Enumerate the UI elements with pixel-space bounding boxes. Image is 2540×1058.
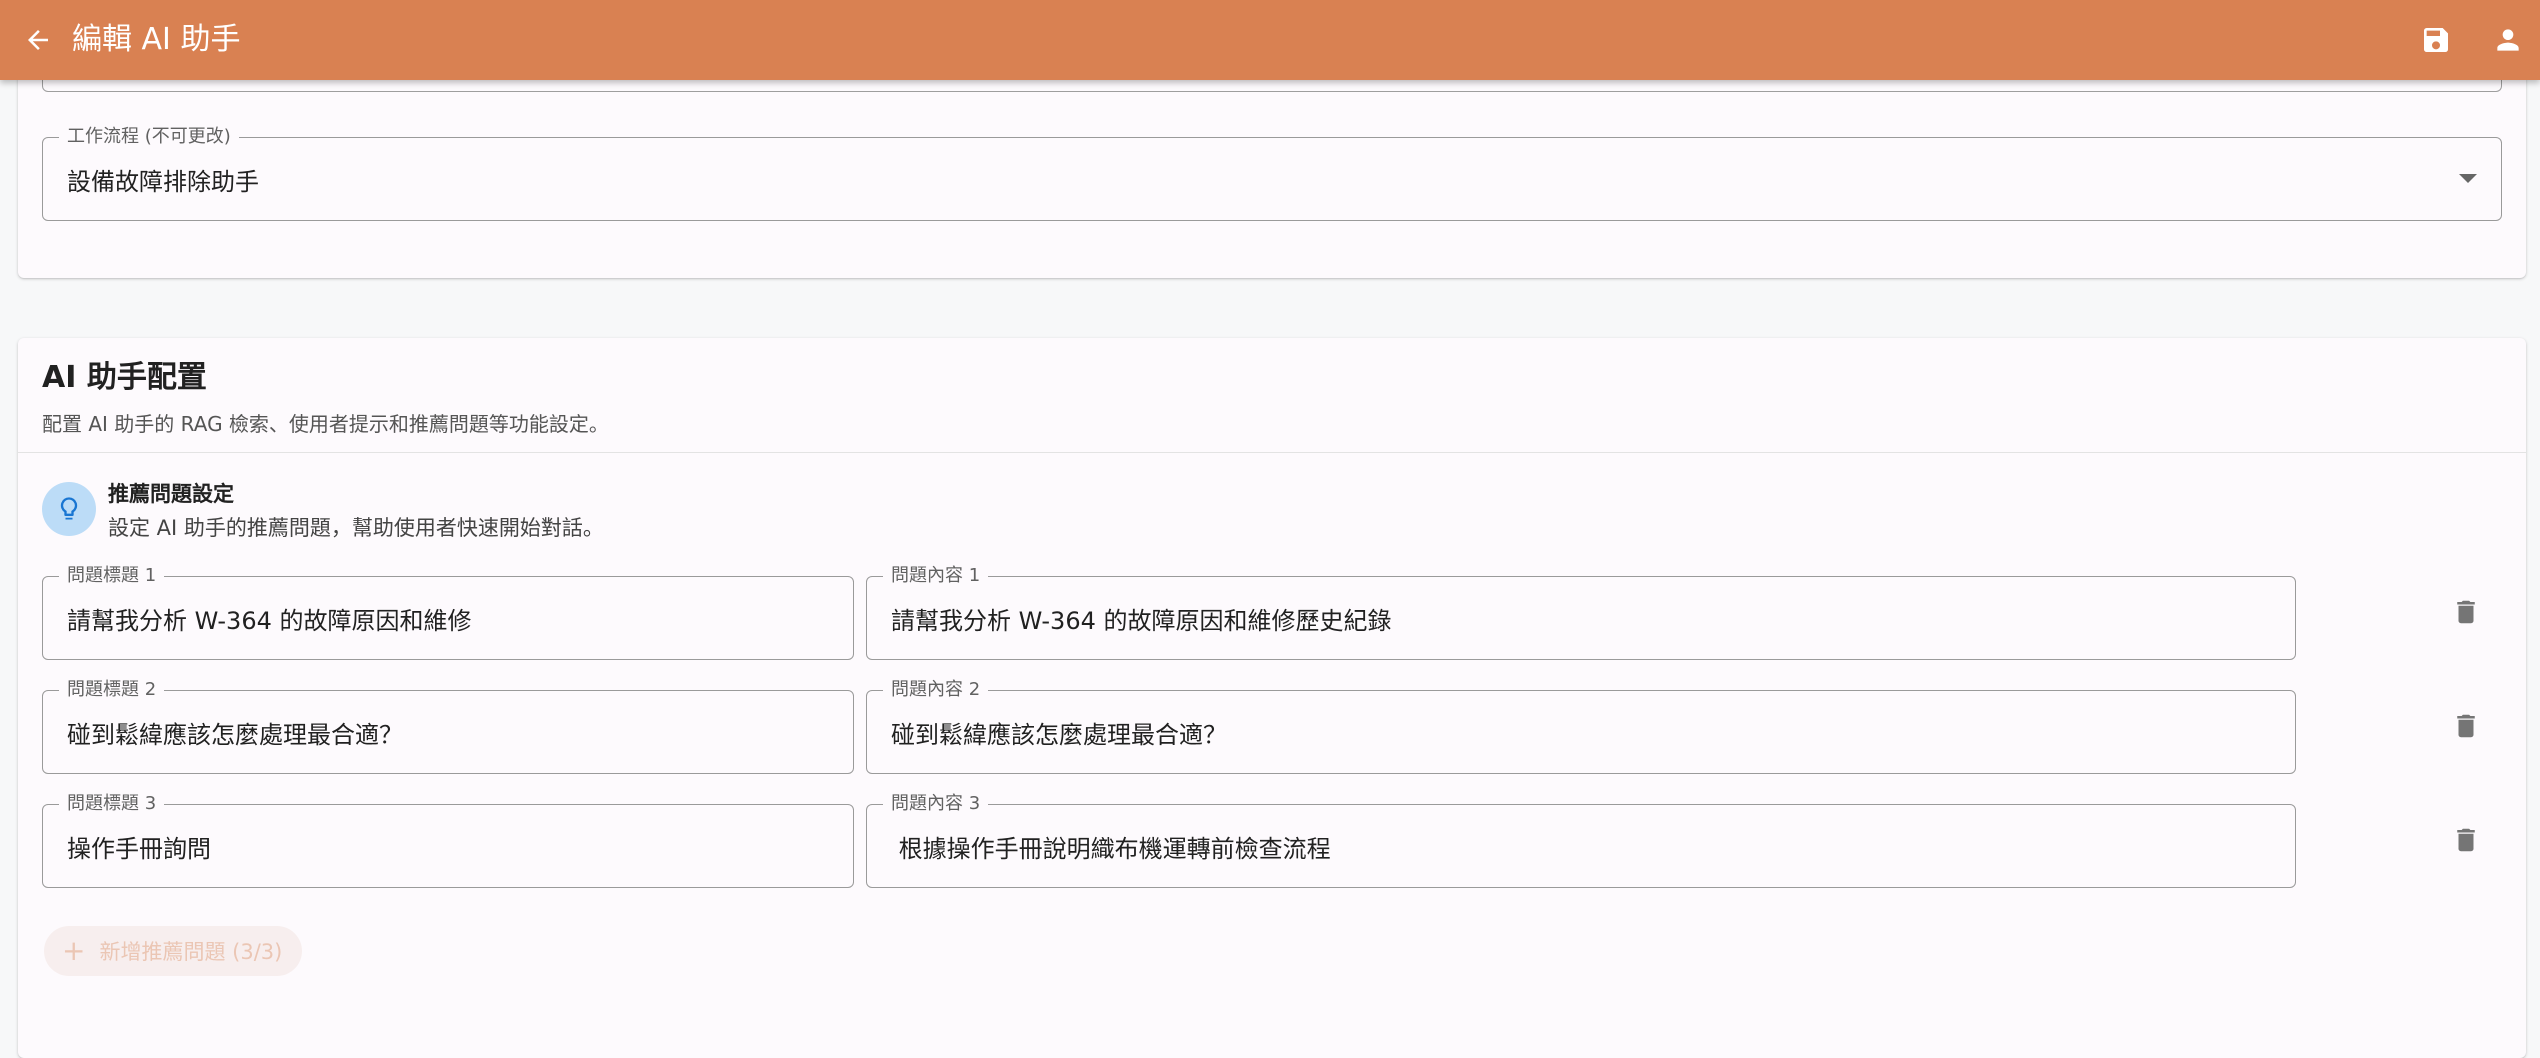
- question-content-field[interactable]: 問題內容 2 碰到鬆緯應該怎麼處理最合適？: [866, 679, 2296, 774]
- suggested-subtitle: 設定 AI 助手的推薦問題，幫助使用者快速開始對話。: [108, 516, 604, 540]
- save-icon: [2424, 28, 2448, 52]
- question-content-value: 碰到鬆緯應該怎麼處理最合適？: [891, 720, 1227, 749]
- question-title-field[interactable]: 問題標題 1 請幫我分析 W-364 的故障原因和維修: [42, 565, 854, 660]
- question-title-field[interactable]: 問題標題 3 操作手冊詢問: [42, 793, 854, 888]
- page-title: 編輯 AI 助手: [72, 22, 241, 57]
- back-button[interactable]: [20, 22, 56, 58]
- question-content-field[interactable]: 問題內容 3 根據操作手冊說明織布機運轉前檢查流程: [866, 793, 2296, 888]
- question-content-value: 請幫我分析 W-364 的故障原因和維修歷史紀錄: [891, 606, 1392, 635]
- trash-icon: [2457, 828, 2475, 852]
- add-question-button[interactable]: + 新增推薦問題 (3/3): [44, 926, 302, 976]
- workflow-select[interactable]: 工作流程 (不可更改) 設備故障排除助手: [42, 126, 2502, 221]
- dropdown-caret-icon: [2459, 174, 2477, 183]
- trash-icon: [2457, 600, 2475, 624]
- delete-question-button[interactable]: [2448, 706, 2484, 746]
- account-button[interactable]: [2488, 20, 2528, 60]
- workflow-value: 設備故障排除助手: [67, 167, 259, 196]
- delete-question-button[interactable]: [2448, 820, 2484, 860]
- app-bar: 編輯 AI 助手: [0, 0, 2540, 80]
- add-question-label: 新增推薦問題 (3/3): [99, 940, 283, 964]
- delete-question-button[interactable]: [2448, 592, 2484, 632]
- divider: [18, 452, 2526, 453]
- lightbulb-icon: [42, 482, 96, 536]
- save-button[interactable]: [2416, 20, 2456, 60]
- question-content-field[interactable]: 問題內容 1 請幫我分析 W-364 的故障原因和維修歷史紀錄: [866, 565, 2296, 660]
- arrow-left-icon: [28, 30, 48, 50]
- suggested-title: 推薦問題設定: [108, 482, 234, 506]
- question-title-field[interactable]: 問題標題 2 碰到鬆緯應該怎麼處理最合適？: [42, 679, 854, 774]
- question-title-value: 請幫我分析 W-364 的故障原因和維修: [67, 606, 472, 635]
- account-icon: [2497, 29, 2519, 51]
- section-title: AI 助手配置: [42, 360, 207, 395]
- section-subtitle: 配置 AI 助手的 RAG 檢索、使用者提示和推薦問題等功能設定。: [42, 412, 609, 436]
- question-title-value: 操作手冊詢問: [67, 834, 211, 863]
- question-title-value: 碰到鬆緯應該怎麼處理最合適？: [67, 720, 403, 749]
- question-content-value: 根據操作手冊說明織布機運轉前檢查流程: [891, 834, 1331, 863]
- plus-icon: +: [62, 934, 86, 967]
- trash-icon: [2457, 714, 2475, 738]
